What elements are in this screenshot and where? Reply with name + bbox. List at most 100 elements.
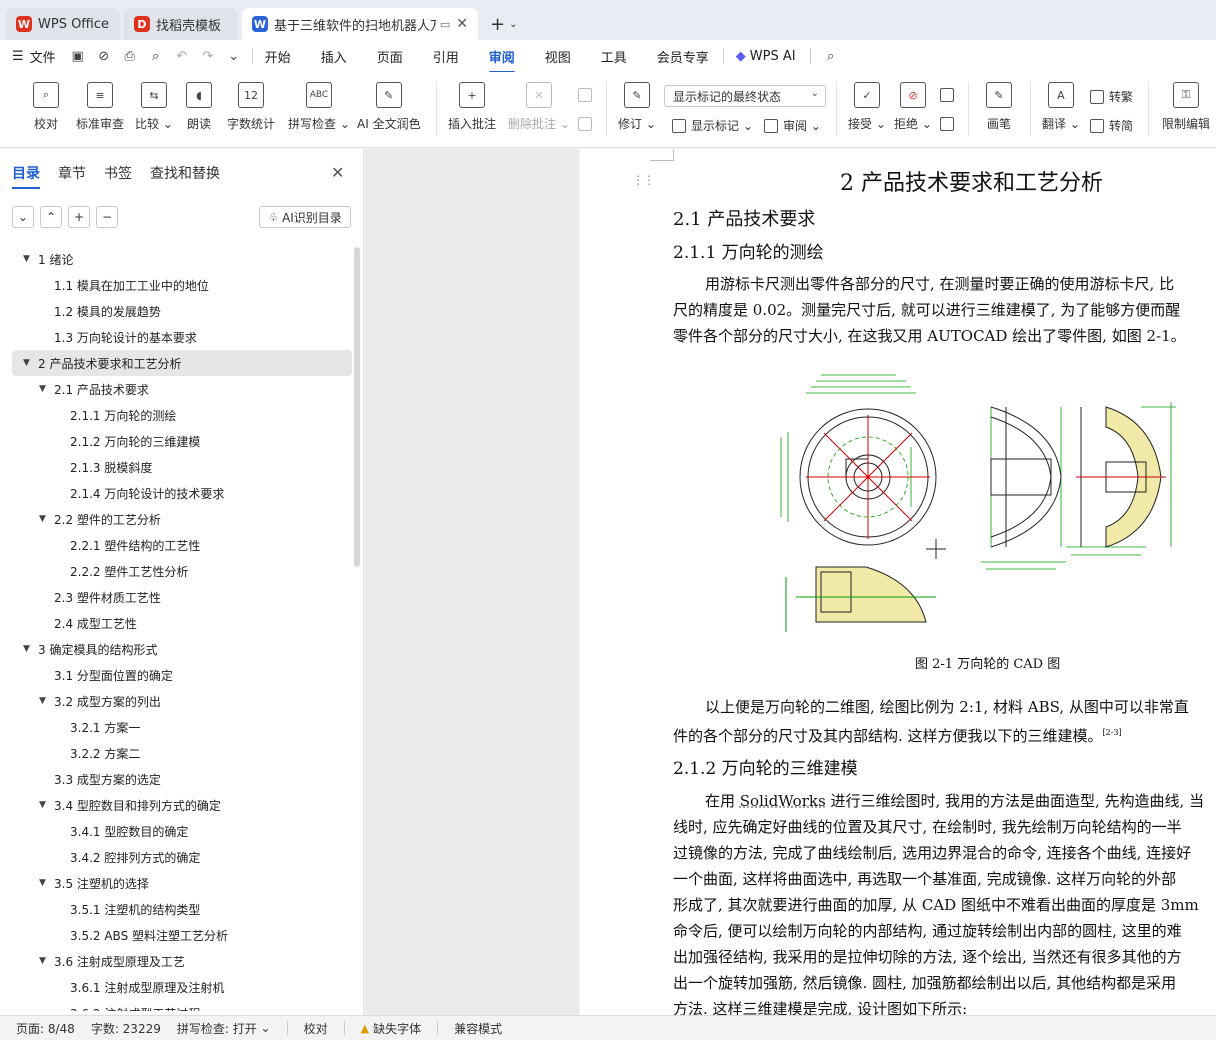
expand-arrow-icon[interactable]: ▼ bbox=[23, 254, 30, 264]
tab-docer[interactable]: D 找稻壳模板 bbox=[124, 8, 238, 40]
page-indicator[interactable]: 页面: 8/48 bbox=[16, 1020, 75, 1037]
tab-find-replace[interactable]: 查找和替换 bbox=[150, 163, 220, 183]
toc-item[interactable]: 2.3 塑件材质工艺性 bbox=[12, 584, 352, 610]
ai-toc-button[interactable]: ♧ AI识别目录 bbox=[259, 206, 351, 228]
toc-item[interactable]: 3.6.2 注射成型工艺过程 bbox=[12, 1000, 352, 1012]
toc-item[interactable]: 1.1 模具在加工工业中的地位 bbox=[12, 272, 352, 298]
toc-item[interactable]: ▼ 2.1 产品技术要求 bbox=[12, 376, 352, 402]
next-change-button[interactable] bbox=[940, 117, 959, 131]
chevron-down-icon[interactable]: ⌄ bbox=[509, 19, 517, 30]
translate-button[interactable]: A 翻译 ⌄ bbox=[1042, 82, 1080, 132]
next-comment-button[interactable] bbox=[578, 117, 597, 131]
close-icon[interactable]: ✕ bbox=[331, 163, 344, 182]
expand-arrow-icon[interactable]: ▼ bbox=[39, 514, 46, 524]
toc-item[interactable]: 3.4.2 腔排列方式的确定 bbox=[12, 844, 352, 870]
print-preview-icon[interactable]: ⌕ bbox=[148, 48, 164, 64]
expand-arrow-icon[interactable]: ▼ bbox=[23, 358, 30, 368]
reject-button[interactable]: ⊘ 拒绝 ⌄ bbox=[894, 82, 932, 132]
toc-item[interactable]: 2.2.2 塑件工艺性分析 bbox=[12, 558, 352, 584]
wps-ai-button[interactable]: ◆ WPS AI bbox=[736, 49, 796, 64]
proofread-status[interactable]: 校对 bbox=[304, 1020, 328, 1037]
proofread-button[interactable]: ⌕ 校对 bbox=[33, 82, 59, 132]
toc-item[interactable]: ▼ 3.4 型腔数目和排列方式的确定 bbox=[12, 792, 352, 818]
toc-item[interactable]: 2.1.2 万向轮的三维建模 bbox=[12, 428, 352, 454]
toc-item[interactable]: ▼ 2.2 塑件的工艺分析 bbox=[12, 506, 352, 532]
expand-arrow-icon[interactable]: ▼ bbox=[39, 878, 46, 888]
tab-wps-office[interactable]: W WPS Office bbox=[6, 8, 120, 40]
menu-view[interactable]: 视图 bbox=[545, 47, 571, 66]
toc-item[interactable]: 3.5.2 ABS 塑料注塑工艺分析 bbox=[12, 922, 352, 948]
chevron-down-icon[interactable]: ⌄ bbox=[226, 48, 242, 64]
show-markup-button[interactable]: 显示标记 ⌄ bbox=[672, 117, 753, 134]
review-pane-button[interactable]: 审阅 ⌄ bbox=[764, 117, 821, 134]
delete-comment-button[interactable]: ✕ 删除批注 ⌄ bbox=[508, 82, 570, 132]
prev-comment-button[interactable] bbox=[578, 88, 597, 102]
undo-icon[interactable]: ↶ bbox=[174, 48, 190, 64]
toc-item[interactable]: 1.3 万向轮设计的基本要求 bbox=[12, 324, 352, 350]
toc-item[interactable]: 3.2.1 方案一 bbox=[12, 714, 352, 740]
toc-item[interactable]: 2.1.4 万向轮设计的技术要求 bbox=[12, 480, 352, 506]
monitor-icon[interactable]: ▭ bbox=[440, 18, 450, 31]
standard-review-button[interactable]: ≡ 标准审查 bbox=[76, 82, 124, 132]
print-icon[interactable]: ⎙ bbox=[122, 48, 138, 64]
add-toc-item-button[interactable]: + bbox=[68, 206, 90, 228]
menu-insert[interactable]: 插入 bbox=[321, 47, 347, 66]
toc-item[interactable]: ▼ 3.5 注塑机的选择 bbox=[12, 870, 352, 896]
drag-handle-icon[interactable]: ⋮⋮ bbox=[632, 173, 655, 187]
to-traditional-button[interactable]: 转繁 bbox=[1090, 88, 1133, 105]
new-tab-button[interactable]: + ⌄ bbox=[482, 8, 525, 40]
menu-tools[interactable]: 工具 bbox=[601, 47, 627, 66]
toc-item[interactable]: ▼ 3.6 注射成型原理及工艺 bbox=[12, 948, 352, 974]
toc-item[interactable]: 3.2.2 方案二 bbox=[12, 740, 352, 766]
toc-item[interactable]: 3.3 成型方案的选定 bbox=[12, 766, 352, 792]
toc-item[interactable]: 2.4 成型工艺性 bbox=[12, 610, 352, 636]
save-icon[interactable]: ▣ bbox=[70, 48, 86, 64]
restrict-edit-button[interactable]: ⚿ 限制编辑 bbox=[1162, 82, 1210, 132]
toc-item[interactable]: ▼ 3.2 成型方案的列出 bbox=[12, 688, 352, 714]
tab-document[interactable]: W 基于三维软件的扫地机器人万 ▭ ✕ bbox=[242, 8, 478, 40]
pen-button[interactable]: ✎ 画笔 bbox=[986, 82, 1012, 132]
word-count-indicator[interactable]: 字数: 23229 bbox=[91, 1020, 161, 1037]
toc-item[interactable]: 2.1.3 脱模斜度 bbox=[12, 454, 352, 480]
expand-level-button[interactable]: ⌃ bbox=[40, 206, 62, 228]
tab-bookmarks[interactable]: 书签 bbox=[104, 163, 132, 183]
toc-item[interactable]: 3.4.1 型腔数目的确定 bbox=[12, 818, 352, 844]
citation-ref[interactable]: [2-3] bbox=[1103, 728, 1122, 737]
tab-toc[interactable]: 目录 bbox=[12, 163, 40, 189]
share-icon[interactable]: ⊘ bbox=[96, 48, 112, 64]
menu-member[interactable]: 会员专享 bbox=[657, 47, 709, 66]
toc-item[interactable]: ▼ 1 绪论 bbox=[12, 246, 352, 272]
compare-button[interactable]: ⇆ 比较 ⌄ bbox=[135, 82, 173, 132]
toc-item[interactable]: ▼ 3 确定模具的结构形式 bbox=[12, 636, 352, 662]
search-icon[interactable]: ⌕ bbox=[823, 48, 839, 64]
menu-reference[interactable]: 引用 bbox=[433, 47, 459, 66]
close-icon[interactable]: ✕ bbox=[456, 16, 468, 32]
insert-comment-button[interactable]: + 插入批注 bbox=[448, 82, 496, 132]
missing-font-status[interactable]: ▲ 缺失字体 bbox=[361, 1020, 421, 1037]
toc-item[interactable]: 1.2 模具的发展趋势 bbox=[12, 298, 352, 324]
tab-chapters[interactable]: 章节 bbox=[58, 163, 86, 183]
collapse-level-button[interactable]: ⌄ bbox=[12, 206, 34, 228]
to-simplified-button[interactable]: 转简 bbox=[1090, 117, 1133, 134]
word-count-button[interactable]: 12 字数统计 bbox=[227, 82, 275, 132]
menu-review[interactable]: 审阅 bbox=[488, 47, 515, 73]
toc-item[interactable]: ▼ 2 产品技术要求和工艺分析 bbox=[12, 350, 352, 376]
prev-change-button[interactable] bbox=[940, 88, 959, 102]
toc-item[interactable]: 3.1 分型面位置的确定 bbox=[12, 662, 352, 688]
toc-item[interactable]: 3.5.1 注塑机的结构类型 bbox=[12, 896, 352, 922]
accept-button[interactable]: ✓ 接受 ⌄ bbox=[848, 82, 886, 132]
expand-arrow-icon[interactable]: ▼ bbox=[23, 644, 30, 654]
menu-page[interactable]: 页面 bbox=[377, 47, 403, 66]
markup-display-select[interactable]: 显示标记的最终状态 ⌄ bbox=[664, 85, 826, 107]
spell-check-button[interactable]: ABC 拼写检查 ⌄ bbox=[288, 82, 350, 132]
ai-polish-button[interactable]: ✎ AI 全文润色 bbox=[357, 82, 421, 132]
spell-flagged-word[interactable]: SolidWorks bbox=[740, 792, 826, 810]
menu-start[interactable]: 开始 bbox=[265, 47, 291, 66]
toc-scrollbar[interactable] bbox=[354, 247, 360, 567]
toc-item[interactable]: 3.6.1 注射成型原理及注射机 bbox=[12, 974, 352, 1000]
toc-item[interactable]: 2.1.1 万向轮的测绘 bbox=[12, 402, 352, 428]
remove-toc-item-button[interactable]: − bbox=[96, 206, 118, 228]
document-page[interactable]: ⋮⋮ 2 产品技术要求和工艺分析 2.1 产品技术要求 2.1.1 万向轮的测绘… bbox=[580, 149, 1216, 1015]
spell-check-status[interactable]: 拼写检查: 打开 ⌄ bbox=[177, 1020, 271, 1037]
toc-item[interactable]: 2.2.1 塑件结构的工艺性 bbox=[12, 532, 352, 558]
